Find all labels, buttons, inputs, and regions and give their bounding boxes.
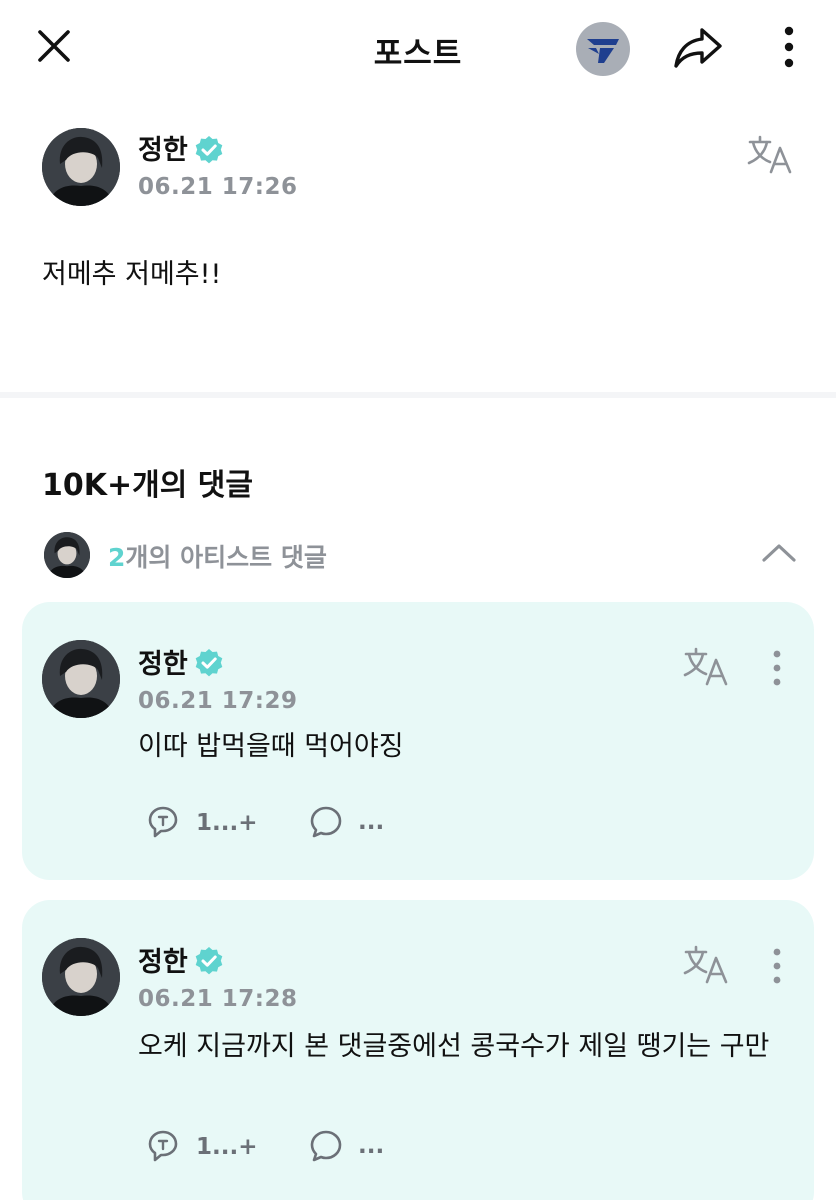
comment-body-text: 이따 밥먹을때 먹어야징 (138, 731, 404, 762)
translate-icon[interactable] (682, 646, 730, 688)
like-button[interactable]: 1...+ (144, 804, 258, 842)
comment-timestamp: 06.21 17:28 (138, 986, 298, 1012)
post-timestamp: 06.21 17:26 (138, 174, 298, 200)
artist-comments-toggle[interactable]: 2개의 아티스트 댓글 (0, 528, 836, 582)
post-author-name[interactable]: 정한 (138, 128, 188, 167)
comment-more-icon[interactable] (769, 946, 785, 986)
artist-comments-label: 2개의 아티스트 댓글 (108, 538, 327, 574)
reply-count: ... (358, 1133, 385, 1159)
brand-logo-icon[interactable] (576, 22, 630, 76)
verified-badge-icon (194, 135, 224, 165)
top-bar: 포스트 (0, 0, 836, 96)
comment-author-name[interactable]: 정한 (138, 940, 188, 979)
avatar[interactable] (42, 640, 120, 718)
like-icon (148, 1130, 178, 1162)
artist-comments-text: 개의 아티스트 댓글 (125, 543, 327, 572)
artist-comment-card: 정한 06.21 17:29 이따 밥먹을때 먹어야징 1...+ ... (22, 602, 814, 880)
reply-count: ... (358, 809, 385, 835)
translate-icon[interactable] (682, 944, 730, 986)
artist-comments-count: 2 (108, 543, 126, 572)
post-body-text: 저메추 저메추!! (42, 259, 222, 290)
comment-timestamp: 06.21 17:29 (138, 688, 298, 714)
like-count: 1...+ (196, 1134, 258, 1160)
comment-author-name[interactable]: 정한 (138, 642, 188, 681)
reply-button[interactable]: ... (308, 1128, 384, 1164)
share-icon[interactable] (672, 24, 724, 72)
comment-body-text: 오케 지금까지 본 댓글중에선 콩국수가 제일 땡기는 구만 (138, 1031, 770, 1062)
verified-badge-icon (194, 648, 224, 678)
artist-avatar-small (44, 532, 90, 578)
verified-badge-icon (194, 946, 224, 976)
more-vertical-icon[interactable] (774, 24, 804, 70)
comment-more-icon[interactable] (769, 648, 785, 688)
artist-comment-card: 정한 06.21 17:28 오케 지금까지 본 댓글중에선 콩국수가 제일 땡… (22, 900, 814, 1200)
section-divider (0, 392, 836, 398)
like-icon (148, 806, 178, 838)
comment-icon (310, 1130, 342, 1162)
reply-button[interactable]: ... (308, 804, 384, 840)
avatar[interactable] (42, 128, 120, 206)
avatar[interactable] (42, 938, 120, 1016)
chevron-up-icon[interactable] (760, 538, 798, 568)
comment-count-heading: 10K+개의 댓글 (42, 468, 253, 503)
translate-icon[interactable] (746, 134, 794, 176)
like-count: 1...+ (196, 810, 258, 836)
like-button[interactable]: 1...+ (144, 1128, 258, 1166)
comment-icon (310, 806, 342, 838)
